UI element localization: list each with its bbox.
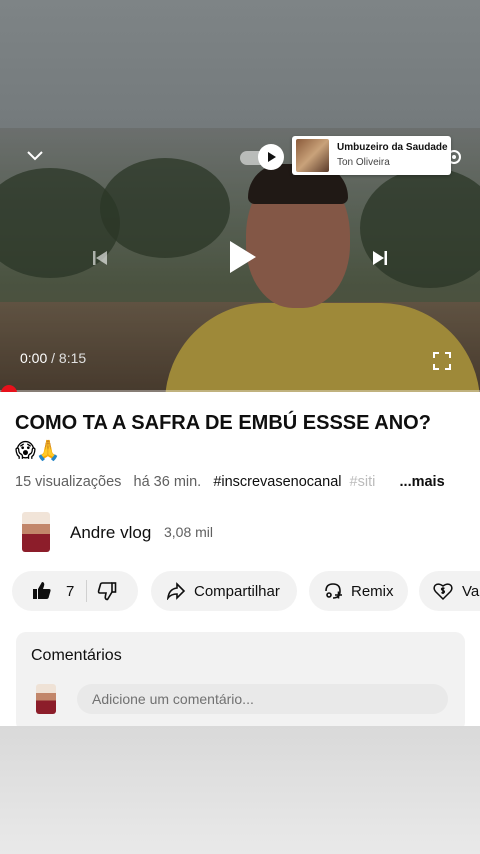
time-display: 0:00 / 8:15 [20, 350, 86, 366]
comment-placeholder: Adicione um comentário... [92, 691, 254, 707]
thanks-label: Va [462, 582, 480, 600]
thanks-button[interactable]: Va [419, 571, 480, 611]
like-dislike-group: 7 [12, 571, 138, 611]
remix-label: Remix [351, 582, 394, 600]
user-avatar [36, 684, 56, 714]
album-art [296, 139, 329, 172]
dislike-icon[interactable] [97, 581, 117, 601]
bottom-background [0, 726, 480, 854]
autoplay-toggle-knob [258, 144, 284, 170]
share-label: Compartilhar [194, 582, 280, 600]
comment-input[interactable]: Adicione um comentário... [77, 684, 448, 714]
channel-name[interactable]: Andre vlog [70, 523, 151, 543]
share-button[interactable]: Compartilhar [151, 571, 297, 611]
video-meta[interactable]: 15 visualizações há 36 min. #inscrevasen… [15, 474, 445, 490]
like-icon[interactable] [32, 581, 52, 601]
hashtag[interactable]: #inscrevasenocanal [213, 474, 341, 490]
remix-icon [323, 581, 343, 601]
like-divider [86, 580, 88, 602]
chevron-down-icon[interactable] [26, 146, 44, 164]
channel-avatar[interactable] [22, 512, 50, 552]
duration: 8:15 [58, 350, 87, 366]
music-title: Umbuzeiro da Saudade [337, 142, 448, 153]
like-count[interactable]: 7 [66, 583, 74, 600]
view-count: 15 visualizações [15, 474, 122, 490]
comments-title: Comentários [31, 647, 122, 664]
upload-age: há 36 min. [133, 474, 202, 490]
current-time: 0:00 [20, 350, 48, 366]
play-small-icon [268, 152, 276, 162]
video-title[interactable]: COMO TA A SAFRA DE EMBÚ ESSSE ANO? [15, 410, 465, 436]
play-icon[interactable] [228, 240, 258, 274]
share-icon [166, 582, 186, 600]
hashtag-faded[interactable]: #siti [350, 474, 376, 490]
top-background [0, 0, 480, 128]
next-icon[interactable] [370, 248, 390, 268]
previous-icon[interactable] [90, 248, 110, 268]
more-link[interactable]: ...mais [400, 474, 445, 490]
time-separator: / [47, 350, 59, 366]
title-emojis: 😱🙏 [15, 440, 61, 462]
fullscreen-icon[interactable] [433, 352, 451, 370]
comments-section[interactable]: Comentários Adicione um comentário... [16, 632, 465, 726]
subscriber-count: 3,08 mil [164, 524, 214, 540]
video-details: COMO TA A SAFRA DE EMBÚ ESSSE ANO? 😱🙏 15… [0, 392, 480, 726]
music-artist: Ton Oliveira [337, 157, 390, 168]
autoplay-toggle[interactable] [240, 144, 284, 170]
thanks-icon [433, 581, 453, 601]
remix-button[interactable]: Remix [309, 571, 408, 611]
music-card[interactable]: Umbuzeiro da Saudade Ton Oliveira [292, 136, 451, 175]
